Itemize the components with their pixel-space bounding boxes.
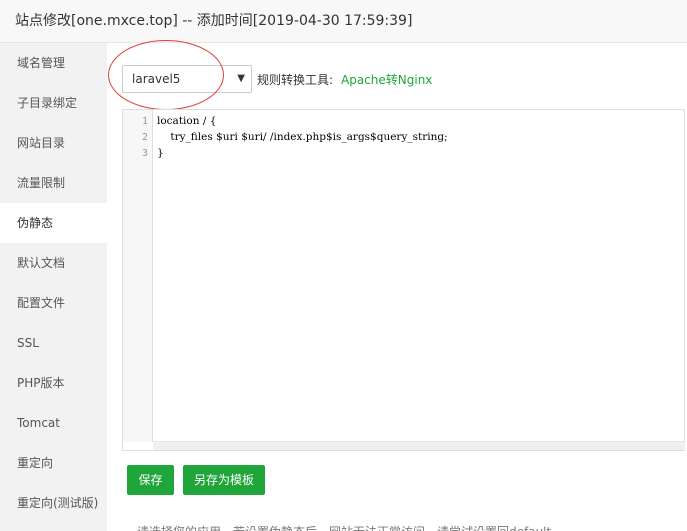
code-line: try_files $uri $uri/ /index.php$is_args$… [157,131,448,143]
sidebar-item-rewrite[interactable]: 伪静态 [0,203,107,243]
rewrite-template-value: laravel5 [132,72,181,86]
chevron-down-icon: ▼ [237,73,245,84]
save-button[interactable]: 保存 [127,465,174,495]
rewrite-panel: laravel5 ▼ 规则转换工具: Apache转Nginx 1 2 3 lo… [107,40,687,531]
sidebar-item-redirect[interactable]: 重定向 [0,443,107,483]
sidebar-item-domain[interactable]: 域名管理 [0,43,107,83]
horizontal-scrollbar[interactable] [153,441,685,450]
sidebar-item-traffic-limit[interactable]: 流量限制 [0,163,107,203]
save-as-template-button[interactable]: 另存为模板 [183,465,265,495]
sidebar: 域名管理 子目录绑定 网站目录 流量限制 伪静态 默认文档 配置文件 SSL P… [0,43,107,531]
rule-tool-label: 规则转换工具: [257,73,334,87]
sidebar-item-config-file[interactable]: 配置文件 [0,283,107,323]
apache-to-nginx-link[interactable]: Apache转Nginx [341,71,432,88]
sidebar-item-php-version[interactable]: PHP版本 [0,363,107,403]
window-title: 站点修改[one.mxce.top] -- 添加时间[2019-04-30 17… [0,0,687,43]
rewrite-template-select[interactable]: laravel5 ▼ [122,65,252,93]
line-number: 3 [141,148,148,159]
sidebar-item-tomcat[interactable]: Tomcat [0,403,107,443]
sidebar-item-ssl[interactable]: SSL [0,323,107,363]
line-number: 2 [141,132,148,143]
hint-text: 请选择您的应用，若设置伪静态后，网站无法正常访问，请尝试设置回default [137,523,551,531]
sidebar-item-default-document[interactable]: 默认文档 [0,243,107,283]
code-line: } [157,147,164,159]
rewrite-code-editor[interactable]: 1 2 3 location / { try_files $uri $uri/ … [122,109,685,451]
sidebar-item-site-directory[interactable]: 网站目录 [0,123,107,163]
line-number-gutter: 1 2 3 [123,110,153,442]
sidebar-item-subdirectory[interactable]: 子目录绑定 [0,83,107,123]
code-line: location / { [157,115,217,127]
line-number: 1 [141,116,148,127]
sidebar-item-redirect-beta[interactable]: 重定向(测试版) [0,483,107,523]
